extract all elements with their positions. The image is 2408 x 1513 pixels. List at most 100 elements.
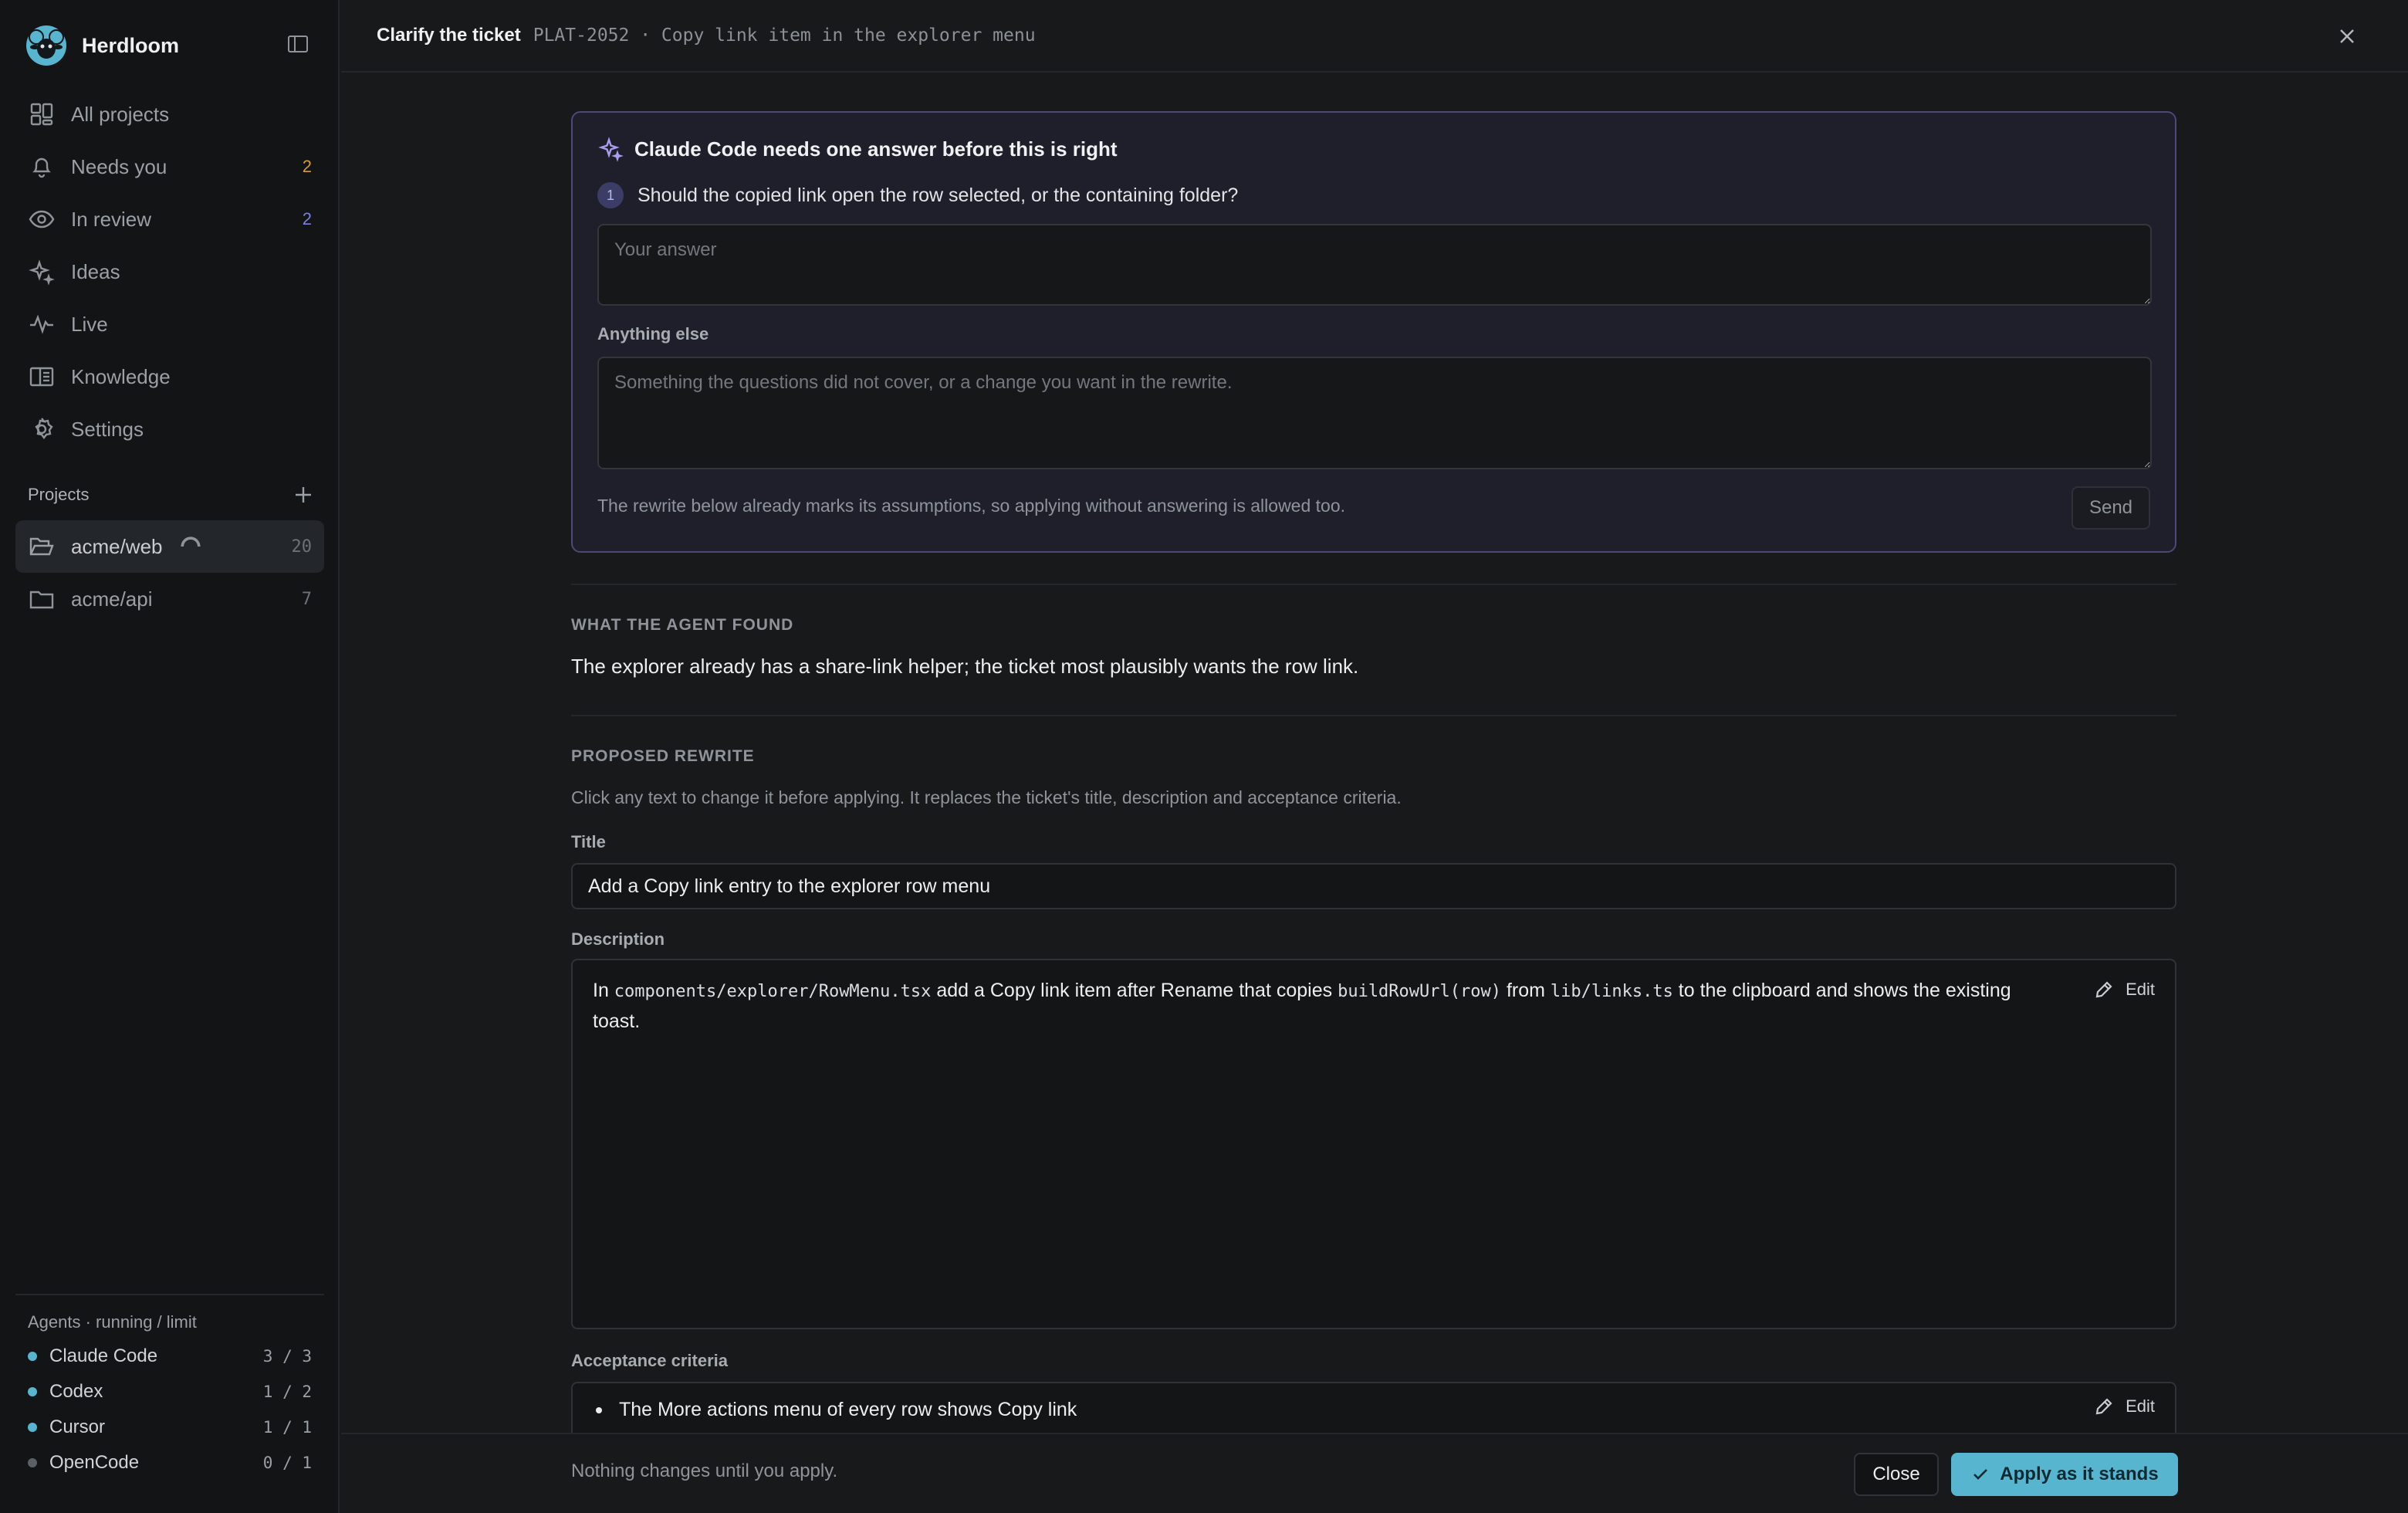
edit-label: Edit (2126, 980, 2155, 999)
answer-input[interactable] (597, 224, 2152, 306)
main-nav: All projects Needs you 2 In review 2 Ide… (15, 88, 324, 455)
gear-icon (35, 418, 53, 439)
agent-usage: 1 / 1 (262, 1418, 312, 1437)
divider (571, 715, 2176, 716)
description-field[interactable]: In components/explorer/RowMenu.tsx add a… (571, 959, 2176, 1329)
anything-else-input[interactable] (597, 357, 2152, 469)
plus-icon[interactable] (293, 485, 313, 505)
agents-title: Agents · running / limit (28, 1312, 197, 1332)
sidebar-toggle-icon[interactable] (287, 34, 309, 54)
nav-label: Needs you (71, 154, 167, 178)
title-label: Title (571, 832, 606, 851)
sparkle-icon (598, 137, 624, 162)
folder-icon (29, 591, 54, 609)
question-card-heading: Claude Code needs one answer before this… (597, 136, 1118, 162)
project-acme-api[interactable]: acme/api 7 (15, 573, 324, 625)
grid-icon (30, 103, 53, 126)
nav-label: Knowledge (71, 364, 171, 388)
eye-icon (29, 210, 55, 228)
agent-name: Cursor (49, 1417, 106, 1437)
project-name: acme/web (71, 534, 163, 558)
agent-usage: 3 / 3 (262, 1347, 312, 1366)
anything-else-label: Anything else (597, 324, 709, 344)
agent-row: Codex 1 / 2 (15, 1374, 324, 1410)
bell-icon (32, 157, 51, 178)
nav-all-projects[interactable]: All projects (15, 88, 324, 140)
proposed-rewrite-label: PROPOSED REWRITE (571, 747, 755, 765)
nav-live[interactable]: Live (15, 298, 324, 350)
agent-usage: 1 / 2 (262, 1383, 312, 1401)
edit-criteria-button[interactable]: Edit (2093, 1396, 2155, 1417)
rewrite-hint: Click any text to change it before apply… (571, 787, 1402, 807)
in-review-count: 2 (302, 209, 312, 228)
status-dot (28, 1387, 37, 1396)
agent-row: Claude Code 3 / 3 (15, 1339, 324, 1374)
loading-spinner-icon (180, 536, 201, 547)
agent-found-text: The explorer already has a share-link he… (571, 655, 1359, 678)
description-text: from (1501, 980, 1551, 1001)
close-icon[interactable] (2335, 25, 2359, 48)
criterion-text: The More actions menu of every row shows… (619, 1399, 1077, 1420)
title-field[interactable]: Add a Copy link entry to the explorer ro… (571, 863, 2176, 909)
question-row: 1 Should the copied link open the row se… (597, 182, 1238, 208)
status-dot (28, 1352, 37, 1361)
nav-label: Ideas (71, 259, 120, 283)
status-dot (28, 1423, 37, 1432)
apply-button[interactable]: Apply as it stands (1951, 1453, 2178, 1496)
nav-label: Live (71, 312, 108, 336)
nav-label: In review (71, 207, 152, 231)
agent-usage: 0 / 1 (262, 1454, 312, 1472)
agent-name: OpenCode (49, 1452, 140, 1473)
send-button[interactable]: Send (2071, 486, 2150, 530)
edit-label: Edit (2126, 1396, 2155, 1416)
agent-row: Cursor 1 / 1 (15, 1410, 324, 1445)
description-text: In (593, 980, 614, 1001)
projects-header: Projects (28, 485, 313, 505)
projects-label: Projects (28, 485, 90, 504)
nav-settings[interactable]: Settings (15, 403, 324, 455)
project-list: acme/web 20 acme/api 7 (15, 520, 324, 625)
question-card: Claude Code needs one answer before this… (571, 111, 2176, 553)
project-count: 20 (291, 536, 313, 557)
agent-name: Claude Code (49, 1345, 158, 1366)
question-number-badge: 1 (597, 182, 624, 208)
status-dot (28, 1458, 37, 1467)
dialog-footer: Nothing changes until you apply. Close A… (341, 1433, 2408, 1513)
needs-you-count: 2 (302, 157, 312, 176)
pencil-icon (2095, 1398, 2112, 1415)
agent-name: Codex (49, 1381, 103, 1402)
activity-icon (30, 314, 53, 334)
description-label: Description (571, 929, 665, 949)
book-icon (29, 367, 54, 387)
folder-open-icon (29, 537, 54, 556)
sidebar: Herdloom All projects Needs you 2 In rev… (0, 0, 340, 1513)
sparkle-icon (29, 259, 55, 286)
question-text: Should the copied link open the row sele… (638, 184, 1239, 206)
code-call: buildRowUrl(row) (1338, 982, 1501, 1001)
list-item: The More actions menu of every row shows… (596, 1399, 1077, 1421)
question-card-title: Claude Code needs one answer before this… (634, 137, 1118, 161)
nav-needs-you[interactable]: Needs you 2 (15, 140, 324, 193)
check-icon (1973, 1469, 1988, 1480)
app-name: Herdloom (82, 33, 180, 57)
nav-label: All projects (71, 102, 170, 126)
close-button[interactable]: Close (1854, 1453, 1939, 1496)
project-acme-web[interactable]: acme/web 20 (15, 520, 324, 573)
agent-found-label: WHAT THE AGENT FOUND (571, 616, 794, 634)
ticket-reference: PLAT-2052 · Copy link item in the explor… (533, 25, 1036, 46)
apply-label: Apply as it stands (2000, 1464, 2159, 1484)
nav-knowledge[interactable]: Knowledge (15, 350, 324, 403)
project-count: 7 (301, 589, 312, 609)
bullet (596, 1406, 602, 1413)
edit-description-button[interactable]: Edit (2093, 974, 2155, 1004)
brand[interactable]: Herdloom (25, 23, 179, 68)
sheep-logo-icon (26, 25, 66, 66)
nav-ideas[interactable]: Ideas (15, 245, 324, 298)
nav-in-review[interactable]: In review 2 (15, 193, 324, 245)
divider (571, 584, 2176, 585)
acceptance-criteria-label: Acceptance criteria (571, 1351, 728, 1370)
description-text: add a Copy link item after Rename that c… (931, 980, 1338, 1001)
question-footnote: The rewrite below already marks its assu… (597, 496, 1346, 516)
project-name: acme/api (71, 587, 153, 611)
agent-row: OpenCode 0 / 1 (15, 1445, 324, 1481)
